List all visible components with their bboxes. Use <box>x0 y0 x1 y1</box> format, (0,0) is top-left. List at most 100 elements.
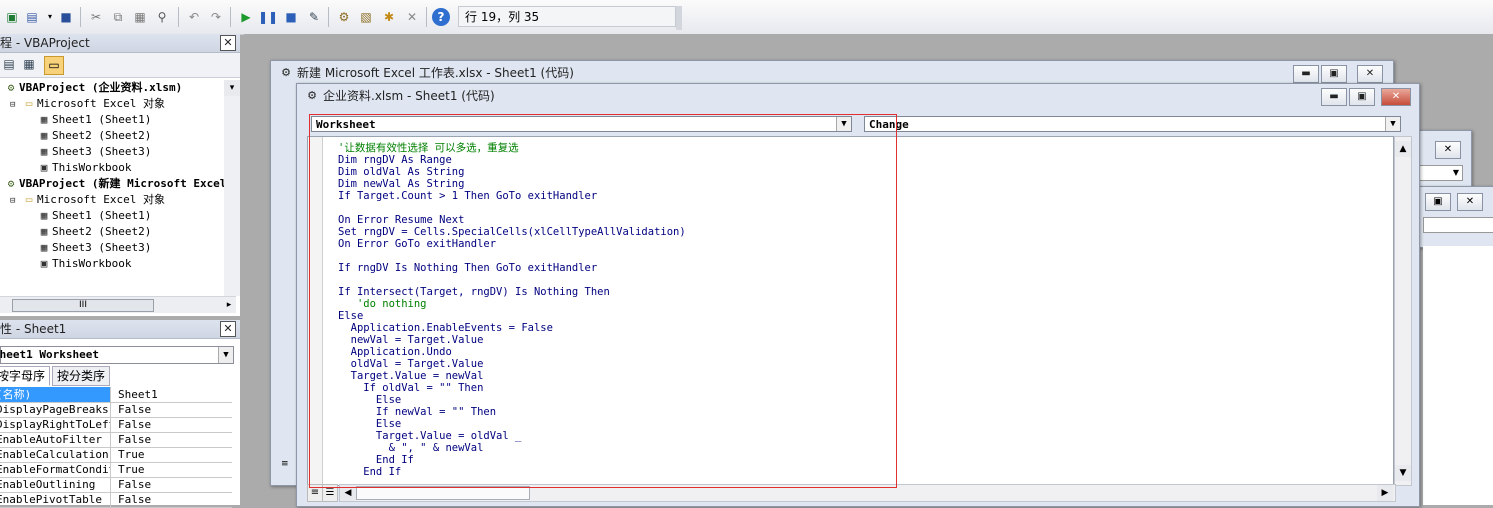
window-title-bar[interactable]: ⚙ 新建 Microsoft Excel 工作表.xlsx - Sheet1 (… <box>271 61 1393 85</box>
close-button[interactable]: ✕ <box>1357 65 1383 83</box>
break-icon[interactable]: ❚❚ <box>258 9 278 25</box>
code-horizontal-scrollbar[interactable]: ◀ ▶ <box>339 484 1396 502</box>
property-value[interactable]: False <box>118 402 230 417</box>
scroll-right-icon[interactable]: ▸ <box>222 297 236 313</box>
code-editor[interactable]: '让数据有效性选择 可以多选，重复选 Dim rngDV As Range Dim … <box>307 136 1394 486</box>
property-row[interactable]: EnableFormatConditio True <box>0 462 232 478</box>
scroll-left-icon[interactable]: ◀ <box>340 485 356 501</box>
property-row[interactable]: EnablePivotTable False <box>0 492 232 508</box>
code-window-active[interactable]: ⚙ 企业资料.xlsm - Sheet1 (代码) ▬ ▣ ✕ Workshee… <box>296 83 1420 507</box>
code-margin[interactable] <box>308 137 323 485</box>
scroll-right-icon[interactable]: ▶ <box>1377 485 1393 501</box>
insert-form-icon[interactable]: ▤ <box>24 9 40 25</box>
toolbar-grip[interactable] <box>676 6 682 30</box>
property-value[interactable]: True <box>118 447 230 462</box>
tree-node[interactable]: ▣ ThisWorkbook <box>36 160 132 176</box>
chevron-down-icon[interactable]: ▼ <box>836 117 851 131</box>
tree-node[interactable]: ⊟ ▭ Microsoft Excel 对象 <box>10 96 165 112</box>
toolbox-icon[interactable]: ✕ <box>404 9 420 25</box>
property-value[interactable]: Sheet1 <box>118 387 230 402</box>
close-button[interactable]: ✕ <box>1381 88 1411 106</box>
redo-icon[interactable]: ↷ <box>208 9 224 25</box>
property-row[interactable]: EnableCalculation True <box>0 447 232 463</box>
tree-node[interactable]: ▦ Sheet3 (Sheet3) <box>36 144 152 160</box>
save-icon[interactable]: ■ <box>58 9 74 25</box>
window-title-bar[interactable]: ⚙ 企业资料.xlsm - Sheet1 (代码) ▬ ▣ ✕ <box>297 84 1419 108</box>
toggle-folders-icon[interactable]: ▭ <box>44 56 64 75</box>
properties-icon[interactable]: ▧ <box>358 9 374 25</box>
minimize-button[interactable]: ▬ <box>1293 65 1319 83</box>
tree-node[interactable]: ⊟⚙VBAProject (企业资料.xlsm) <box>0 80 183 96</box>
property-name: EnableOutlining <box>0 477 111 492</box>
restore-button[interactable]: ▣ <box>1349 88 1375 106</box>
close-icon[interactable]: ✕ <box>220 35 236 51</box>
property-row[interactable]: DisplayPageBreaks False <box>0 402 232 418</box>
collapse-icon[interactable]: ⊟ <box>10 193 21 209</box>
full-module-view-icon[interactable]: ☰ <box>322 484 338 502</box>
undo-icon[interactable]: ↶ <box>186 9 202 25</box>
code-window-peek-2[interactable]: ▣ ✕ <box>1418 186 1493 248</box>
tree-node[interactable]: ▣ ThisWorkbook <box>36 256 132 272</box>
object-combo[interactable]: Worksheet ▼ <box>311 116 852 132</box>
restore-button[interactable]: ▣ <box>1321 65 1347 83</box>
tree-node[interactable]: ▦ Sheet3 (Sheet3) <box>36 240 152 256</box>
project-horizontal-scrollbar[interactable]: ▸ III <box>0 296 236 313</box>
excel-view-icon[interactable]: ▣ <box>4 9 20 25</box>
chevron-down-icon[interactable]: ▼ <box>1385 117 1400 131</box>
procedure-view-icon[interactable]: ≡ <box>281 459 295 471</box>
chevron-down-icon[interactable]: ▼ <box>1450 166 1462 180</box>
object-combo[interactable]: ▼ <box>1417 165 1463 181</box>
close-icon[interactable]: ✕ <box>220 321 236 337</box>
tab-categorized[interactable]: 按分类序 <box>52 366 111 386</box>
scroll-thumb[interactable]: III <box>12 299 154 312</box>
collapse-icon[interactable]: ⊟ <box>10 97 21 113</box>
tree-node[interactable]: ▦ Sheet1 (Sheet1) <box>36 208 152 224</box>
code-window-peek-1[interactable]: ✕ ▼ <box>1412 130 1472 188</box>
property-row[interactable]: EnableOutlining False <box>0 477 232 493</box>
tree-node[interactable]: ⊟ ▭ Microsoft Excel 对象 <box>10 192 165 208</box>
property-value[interactable]: True <box>118 462 230 477</box>
view-code-icon[interactable]: ▤ <box>0 56 18 73</box>
minimize-button[interactable]: ▬ <box>1321 88 1347 106</box>
close-button[interactable]: ✕ <box>1457 193 1483 211</box>
design-mode-icon[interactable]: ✎ <box>306 9 322 25</box>
tab-alphabetic[interactable]: 按字母序 <box>0 366 51 386</box>
find-icon[interactable]: ⚲ <box>154 9 170 25</box>
scroll-thumb[interactable] <box>356 486 530 500</box>
paste-icon[interactable]: ▦ <box>132 9 148 25</box>
property-value[interactable]: False <box>118 477 230 492</box>
property-row[interactable]: EnableAutoFilter False <box>0 432 232 448</box>
code-vertical-scrollbar[interactable]: ▲ ▼ <box>1394 136 1412 486</box>
code-line: 'do nothing <box>338 298 427 310</box>
cut-icon[interactable]: ✂ <box>88 9 104 25</box>
view-object-icon[interactable]: ▦ <box>20 56 38 73</box>
property-row[interactable]: (名称) Sheet1 <box>0 387 232 403</box>
object-browser-icon[interactable]: ✱ <box>381 9 397 25</box>
procedure-combo[interactable]: Change ▼ <box>864 116 1401 132</box>
tree-node[interactable]: ▦ Sheet1 (Sheet1) <box>36 112 152 128</box>
tree-node[interactable]: ⊟⚙VBAProject (新建 Microsoft Excel <box>0 176 227 192</box>
property-value[interactable]: False <box>118 417 230 432</box>
insert-dropdown-icon[interactable]: ▾ <box>42 9 58 25</box>
property-row[interactable]: DisplayRightToLeft False <box>0 417 232 433</box>
tree-node[interactable]: ▦ Sheet2 (Sheet2) <box>36 224 152 240</box>
project-explorer-icon[interactable]: ⚙ <box>336 9 352 25</box>
tree-node[interactable]: ▦ Sheet2 (Sheet2) <box>36 128 152 144</box>
property-value[interactable]: False <box>118 432 230 447</box>
code-line: Target.Value = newVal <box>338 370 484 382</box>
scroll-down-icon[interactable]: ▼ <box>1395 465 1411 481</box>
run-icon[interactable]: ▶ <box>238 9 254 25</box>
chevron-down-icon[interactable]: ▼ <box>218 347 233 363</box>
procedure-view-icon[interactable]: ≡ <box>307 484 323 502</box>
scroll-up-icon[interactable]: ▲ <box>1395 141 1411 157</box>
copy-icon[interactable]: ⧉ <box>110 9 126 25</box>
worksheet-icon: ▦ <box>40 129 48 142</box>
help-icon[interactable]: ? <box>432 8 450 26</box>
object-combo[interactable] <box>1423 217 1493 233</box>
close-button[interactable]: ✕ <box>1435 141 1461 159</box>
scroll-up-icon[interactable]: ▾ <box>224 80 240 96</box>
project-vertical-scrollbar[interactable]: ▾ <box>224 80 240 296</box>
restore-button[interactable]: ▣ <box>1425 193 1451 211</box>
object-select[interactable]: Sheet1 Worksheet ▼ <box>0 346 234 364</box>
reset-icon[interactable]: ■ <box>283 9 299 25</box>
